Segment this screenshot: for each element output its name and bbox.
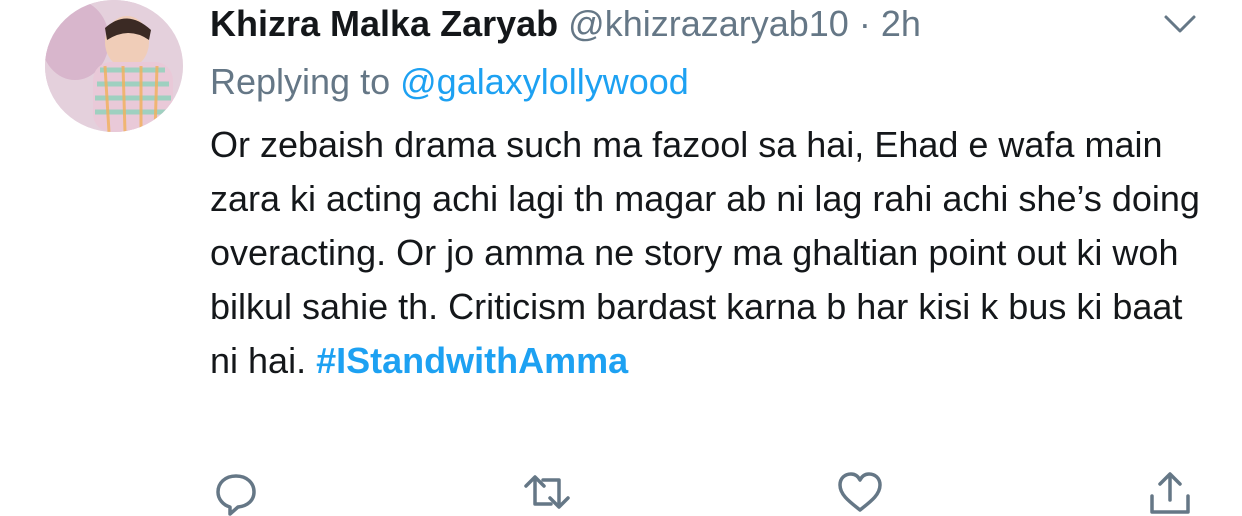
separator-dot: · [858,3,871,44]
replying-to-line: Replying to @galaxylollywood [210,58,689,106]
tweet-header: Khizra Malka Zaryab @khizrazaryab10 · 2h [210,2,1182,46]
hashtag-link[interactable]: #IStandwithAmma [316,340,628,381]
retweet-button[interactable] [523,468,571,509]
tweet-text: Or zebaish drama such ma fazool sa hai, … [210,118,1220,388]
mention-link[interactable]: @galaxylollywood [400,61,689,102]
timestamp[interactable]: 2h [881,3,921,44]
reply-button[interactable] [212,468,260,516]
avatar-photo [45,0,183,132]
avatar[interactable] [45,0,183,132]
replying-to-prefix: Replying to [210,61,391,102]
chevron-down-icon[interactable] [1160,6,1200,42]
tweet-actions [0,468,1242,516]
display-name[interactable]: Khizra Malka Zaryab [210,3,558,44]
user-handle[interactable]: @khizrazaryab10 [568,3,849,44]
like-button[interactable] [836,468,884,512]
share-button[interactable] [1146,468,1194,514]
